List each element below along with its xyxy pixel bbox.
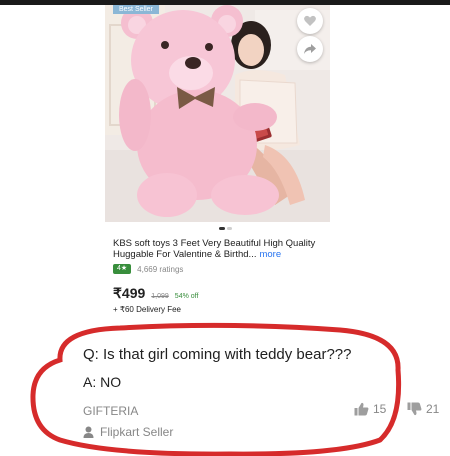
ratings-count: 4,669 ratings [137,264,184,274]
thumbs-up-icon [354,402,369,416]
price: ₹499 [113,285,146,301]
share-icon [304,44,316,54]
product-title-text: KBS soft toys 3 Feet Very Beautiful High… [113,238,316,260]
carousel-dot[interactable] [226,227,232,230]
seller-person-icon [83,426,94,438]
thumbs-down-icon [407,402,422,416]
product-photo [105,5,330,222]
heart-icon [304,15,316,26]
image-carousel-dots[interactable] [0,227,450,230]
qa-author: GIFTERIA [83,404,139,418]
wishlist-button[interactable] [297,8,323,34]
qa-question: Q: Is that girl coming with teddy bear??… [83,346,352,363]
product-image[interactable]: Best Seller [105,5,330,222]
original-price: 1,099 [151,293,169,300]
more-link[interactable]: more [259,249,281,260]
rating-badge: 4★ [113,264,132,274]
qa-answer: A: NO [83,374,122,390]
delivery-fee: + ₹60 Delivery Fee [113,305,182,314]
share-button[interactable] [297,36,323,62]
upvote-button[interactable]: 15 [354,402,386,416]
discount: 54% off [174,293,199,300]
image-badge: Best Seller [113,5,159,14]
product-title[interactable]: KBS soft toys 3 Feet Very Beautiful High… [113,238,328,260]
upvote-count: 15 [373,402,387,416]
seller-label: Flipkart Seller [100,425,174,439]
price-row: ₹499 1,099 54% off [113,285,198,302]
downvote-count: 21 [426,402,440,416]
rating-row[interactable]: 4★ 4,669 ratings [113,264,183,274]
carousel-dot-active[interactable] [218,227,225,230]
downvote-button[interactable]: 21 [407,402,439,416]
seller-row: Flipkart Seller [83,425,173,439]
